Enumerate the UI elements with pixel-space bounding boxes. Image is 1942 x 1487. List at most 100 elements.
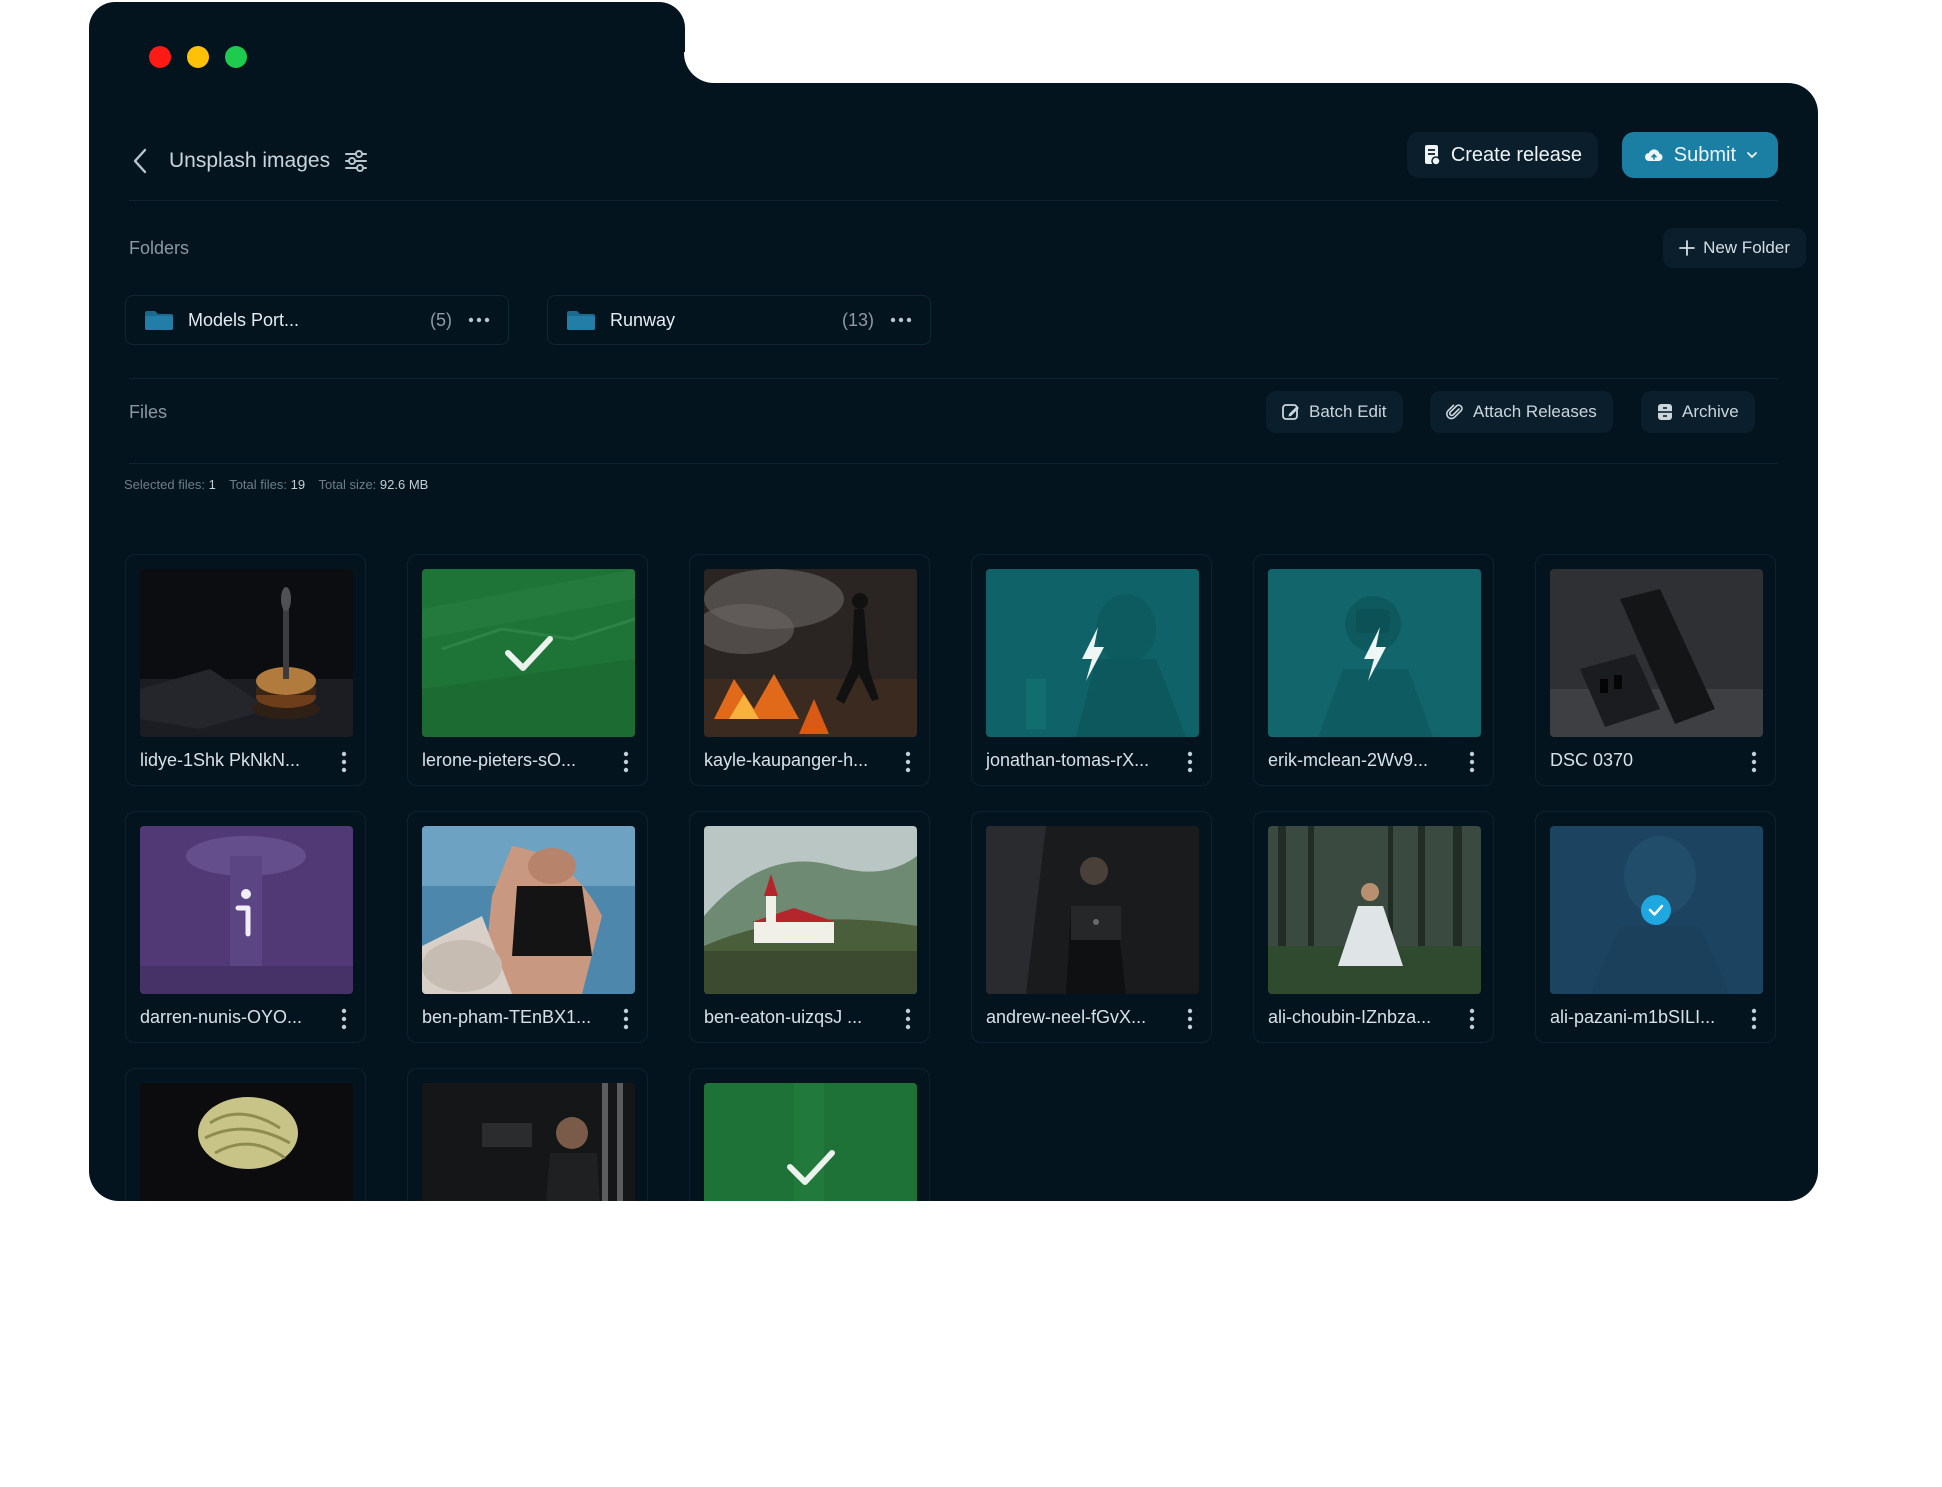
selected-files-label: Selected files: (124, 477, 205, 492)
lightning-icon (1364, 627, 1386, 681)
sliders-icon[interactable] (343, 148, 369, 174)
file-thumbnail[interactable] (1268, 569, 1481, 737)
create-release-button[interactable]: Create release (1406, 132, 1598, 178)
file-name: erik-mclean-2Wv9... (1268, 750, 1429, 770)
more-vertical-icon[interactable] (341, 1008, 347, 1030)
more-vertical-icon[interactable] (905, 1008, 911, 1030)
file-thumbnail[interactable] (422, 826, 635, 994)
file-card[interactable]: erik-mclean-2Wv9... (1253, 554, 1494, 786)
more-vertical-icon[interactable] (623, 751, 629, 773)
archive-icon (1658, 404, 1672, 420)
folder-icon (567, 311, 595, 330)
new-folder-label: New Folder (1703, 238, 1790, 257)
plus-icon (1679, 240, 1695, 256)
submit-button[interactable]: Submit (1621, 132, 1778, 178)
cloud-upload-icon (1644, 149, 1663, 161)
file-thumbnail[interactable] (704, 826, 917, 994)
minimize-window-button[interactable] (187, 46, 209, 68)
create-release-label: Create release (1450, 143, 1582, 166)
file-thumbnail[interactable] (140, 569, 353, 737)
total-files-value: 19 (290, 477, 306, 492)
file-thumbnail[interactable] (422, 1083, 635, 1201)
page-header: Unsplash images Create release Submit (129, 123, 1778, 201)
folder-name: Runway (610, 309, 676, 330)
more-vertical-icon[interactable] (1751, 751, 1757, 773)
more-vertical-icon[interactable] (1751, 1008, 1757, 1030)
file-card[interactable]: DSC 0370 (1535, 554, 1776, 786)
more-vertical-icon[interactable] (623, 1008, 629, 1030)
file-thumbnail[interactable] (986, 569, 1199, 737)
folder-icon (145, 311, 173, 330)
file-name: lidye-1Shk PkNkN... (140, 750, 301, 770)
file-card[interactable]: andrew-neel-fGvX... (971, 811, 1212, 1043)
close-window-button[interactable] (149, 46, 171, 68)
file-thumbnail[interactable] (140, 826, 353, 994)
maximize-window-button[interactable] (225, 46, 247, 68)
file-card[interactable]: ali-pazani-m1bSILI... (1535, 811, 1776, 1043)
more-vertical-icon[interactable] (905, 751, 911, 773)
more-vertical-icon[interactable] (1187, 751, 1193, 773)
app-window: Unsplash images Create release Submit Fo… (0, 0, 1942, 1487)
file-card[interactable]: ali-choubin-IZnbza... (1253, 811, 1494, 1043)
file-name: andrew-neel-fGvX... (986, 1007, 1147, 1027)
file-card[interactable]: kayle-kaupanger-h... (689, 554, 930, 786)
file-thumbnail[interactable] (422, 569, 635, 737)
file-name: ben-pham-TEnBX1... (422, 1007, 592, 1027)
divider (129, 463, 1778, 464)
lightning-icon (1082, 627, 1104, 681)
file-name: ali-pazani-m1bSILI... (1550, 1007, 1716, 1027)
batch-edit-label: Batch Edit (1309, 402, 1387, 421)
total-size-value: 92.6 MB (379, 477, 429, 492)
file-card[interactable]: darren-nunis-OYO... (125, 811, 366, 1043)
file-name: darren-nunis-OYO... (140, 1007, 303, 1027)
folder-count: (5) (430, 309, 452, 330)
submit-label: Submit (1673, 143, 1736, 166)
file-card[interactable]: lidye-1Shk PkNkN... (125, 554, 366, 786)
more-horizontal-icon[interactable] (890, 317, 912, 323)
attach-releases-button[interactable]: Attach Releases (1430, 391, 1613, 433)
batch-edit-button[interactable]: Batch Edit (1266, 391, 1403, 433)
file-thumbnail[interactable] (1268, 826, 1481, 994)
folder-card-runway[interactable]: Runway (13) (547, 295, 931, 345)
selected-check-icon (1641, 895, 1671, 925)
file-name: lerone-pieters-sO... (422, 750, 577, 770)
chevron-down-icon (1747, 152, 1757, 159)
total-files-label: Total files: (229, 477, 287, 492)
more-vertical-icon[interactable] (1469, 1008, 1475, 1030)
file-card[interactable]: ben-pham-TEnBX1... (407, 811, 648, 1043)
checkmark-icon (787, 1150, 835, 1185)
folder-name: Models Port... (188, 309, 300, 330)
files-heading: Files (129, 402, 168, 422)
file-name: ali-choubin-IZnbza... (1268, 1007, 1432, 1027)
folders-heading: Folders (129, 238, 190, 258)
new-folder-button[interactable]: New Folder (1663, 228, 1806, 268)
file-stats: Selected files: 1 Total files: 19 Total … (124, 477, 438, 492)
more-vertical-icon[interactable] (1187, 1008, 1193, 1030)
selected-files-value: 1 (208, 477, 216, 492)
file-thumbnail[interactable] (140, 1083, 353, 1201)
file-thumbnail[interactable] (1550, 569, 1763, 737)
file-thumbnail[interactable] (704, 569, 917, 737)
file-card[interactable]: lerone-pieters-sO... (407, 554, 648, 786)
file-card[interactable] (689, 1068, 930, 1201)
more-vertical-icon[interactable] (1469, 751, 1475, 773)
file-grid: lidye-1Shk PkNkN... lerone-pieters-sO...… (125, 554, 1776, 1201)
file-name: DSC 0370 (1550, 750, 1634, 770)
file-card[interactable]: ben-eaton-uizqsJ ... (689, 811, 930, 1043)
folder-card-models[interactable]: Models Port... (5) (125, 295, 509, 345)
total-size-label: Total size: (318, 477, 377, 492)
chevron-left-icon[interactable] (129, 147, 153, 175)
file-thumbnail[interactable] (986, 826, 1199, 994)
divider (129, 378, 1778, 379)
file-card[interactable] (125, 1068, 366, 1201)
file-thumbnail[interactable] (1550, 826, 1763, 994)
file-card[interactable]: jonathan-tomas-rX... (971, 554, 1212, 786)
page-title: Unsplash images (169, 149, 331, 172)
info-icon (235, 889, 251, 937)
archive-button[interactable]: Archive (1641, 391, 1755, 433)
file-thumbnail[interactable] (704, 1083, 917, 1201)
more-horizontal-icon[interactable] (468, 317, 490, 323)
file-card[interactable] (407, 1068, 648, 1201)
more-vertical-icon[interactable] (341, 751, 347, 773)
window-body: Unsplash images Create release Submit Fo… (89, 83, 1818, 1201)
